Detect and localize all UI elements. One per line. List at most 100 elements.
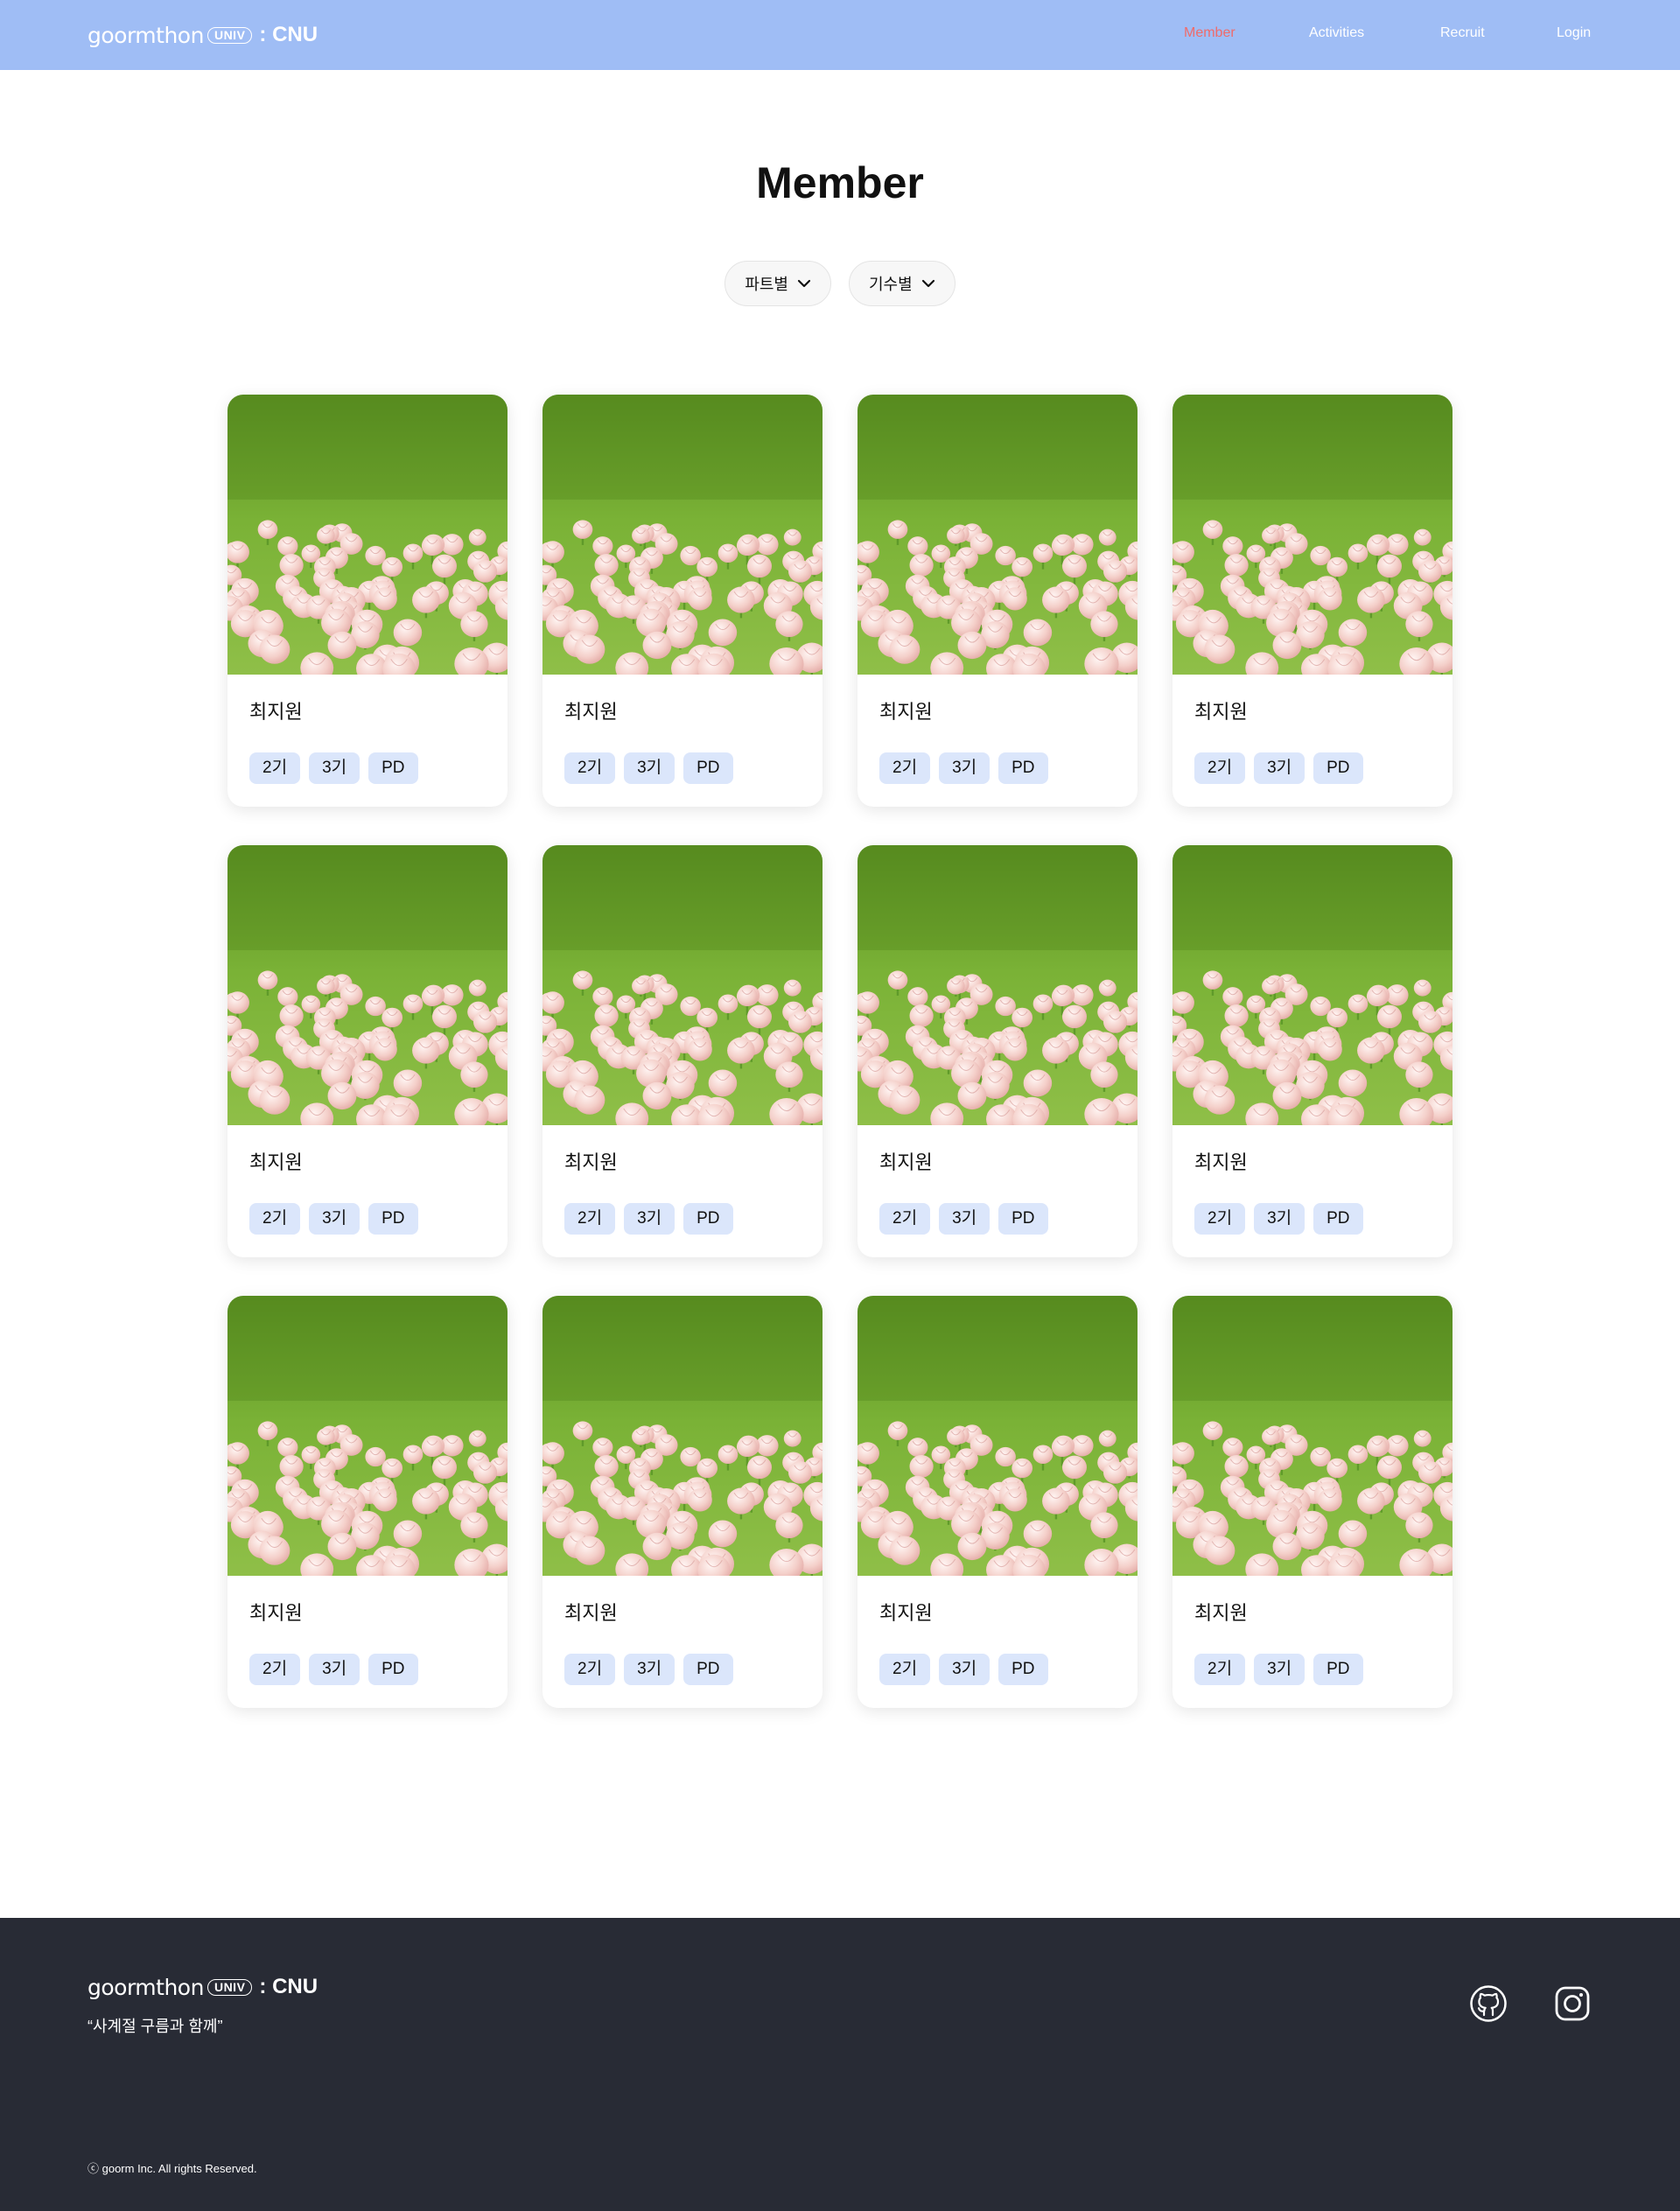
member-tags: 2기 3기 PD [879, 1654, 1048, 1685]
instagram-icon [1555, 1986, 1590, 2021]
member-photo [228, 845, 508, 1125]
member-tag: PD [368, 1203, 418, 1235]
filter-part-button[interactable]: 파트별 [724, 261, 831, 306]
member-card[interactable]: 최지원 2기 3기 PD [228, 845, 508, 1257]
member-tag: PD [1313, 752, 1363, 784]
member-tag: 3기 [1254, 1654, 1306, 1685]
member-tags: 2기 3기 PD [564, 752, 733, 784]
member-tag: 2기 [879, 752, 931, 784]
member-card[interactable]: 최지원 2기 3기 PD [542, 845, 822, 1257]
member-tags: 2기 3기 PD [1194, 1203, 1363, 1235]
member-name: 최지원 [879, 1602, 933, 1624]
member-tag: 3기 [309, 752, 360, 784]
member-card[interactable]: 최지원 2기 3기 PD [858, 1296, 1138, 1708]
nav-activities[interactable]: Activities [1309, 25, 1364, 41]
nav-member[interactable]: Member [1184, 25, 1236, 41]
member-card[interactable]: 최지원 2기 3기 PD [542, 395, 822, 807]
member-photo [1172, 395, 1452, 675]
filter-generation-button[interactable]: 기수별 [849, 261, 956, 306]
member-tag: 2기 [249, 1203, 301, 1235]
github-icon [1470, 1985, 1507, 2022]
chevron-down-icon [797, 279, 811, 288]
member-name: 최지원 [564, 701, 618, 723]
member-photo [858, 1296, 1138, 1576]
member-tag: 3기 [939, 1203, 990, 1235]
member-tag: PD [998, 1203, 1048, 1235]
member-photo [228, 395, 508, 675]
member-tag: 2기 [879, 1654, 931, 1685]
member-tags: 2기 3기 PD [879, 752, 1048, 784]
member-photo [858, 395, 1138, 675]
member-name: 최지원 [1194, 701, 1248, 723]
member-name: 최지원 [564, 1151, 618, 1173]
footer-tagline: “사계절 구름과 함께” [88, 2018, 223, 2035]
member-photo [1172, 845, 1452, 1125]
instagram-link[interactable] [1553, 1984, 1592, 2023]
member-tag: PD [368, 752, 418, 784]
member-photo [542, 395, 822, 675]
top-header: goormthon UNIV : CNU Member Activities R… [0, 0, 1680, 70]
member-name: 최지원 [879, 701, 933, 723]
member-name: 최지원 [249, 1151, 303, 1173]
member-tag: PD [683, 1654, 733, 1685]
member-name: 최지원 [879, 1151, 933, 1173]
github-link[interactable] [1469, 1984, 1508, 2023]
member-card[interactable]: 최지원 2기 3기 PD [542, 1296, 822, 1708]
member-grid: 최지원 2기 3기 PD 최지원 2기 3기 PD 최지원 2기 3기 PD 최지원 2기 3… [228, 395, 1452, 1708]
member-tag: 2기 [1194, 1203, 1246, 1235]
member-tag: 2기 [564, 1203, 616, 1235]
member-tags: 2기 3기 PD [564, 1203, 733, 1235]
member-tag: 3기 [939, 752, 990, 784]
member-tag: 3기 [1254, 752, 1306, 784]
member-tag: PD [1313, 1654, 1363, 1685]
nav-login[interactable]: Login [1557, 25, 1591, 41]
member-photo [228, 1296, 508, 1576]
member-tag: 2기 [879, 1203, 931, 1235]
member-card[interactable]: 최지원 2기 3기 PD [1172, 395, 1452, 807]
member-tag: PD [998, 752, 1048, 784]
member-tag: 3기 [309, 1654, 360, 1685]
member-tag: 3기 [624, 1654, 676, 1685]
member-tag: PD [1313, 1203, 1363, 1235]
footer-brand-wordmark: goormthon [88, 1974, 204, 2000]
member-tag: PD [368, 1654, 418, 1685]
member-tags: 2기 3기 PD [249, 752, 418, 784]
filter-bar: 파트별 기수별 [0, 261, 1680, 306]
member-card[interactable]: 최지원 2기 3기 PD [228, 1296, 508, 1708]
member-photo [858, 845, 1138, 1125]
page-title: Member [756, 158, 924, 207]
nav-recruit[interactable]: Recruit [1440, 25, 1485, 41]
member-tag: PD [998, 1654, 1048, 1685]
member-card[interactable]: 최지원 2기 3기 PD [858, 395, 1138, 807]
member-tag: 2기 [249, 1654, 301, 1685]
member-tags: 2기 3기 PD [564, 1654, 733, 1685]
member-tags: 2기 3기 PD [249, 1203, 418, 1235]
member-tags: 2기 3기 PD [1194, 752, 1363, 784]
member-tags: 2기 3기 PD [879, 1203, 1048, 1235]
member-tag: 3기 [939, 1654, 990, 1685]
footer-brand-pill: UNIV [206, 1978, 253, 1996]
member-name: 최지원 [249, 701, 303, 723]
member-card[interactable]: 최지원 2기 3기 PD [228, 395, 508, 807]
footer-copyright: ⓒ goorm Inc. All rights Reserved. [88, 2162, 257, 2175]
footer-brand-logo[interactable]: goormthon UNIV : CNU [88, 1973, 318, 2001]
member-tag: PD [683, 752, 733, 784]
member-tag: 3기 [624, 1203, 676, 1235]
footer-brand-suffix: : CNU [259, 1975, 318, 1998]
member-card[interactable]: 최지원 2기 3기 PD [858, 845, 1138, 1257]
member-card[interactable]: 최지원 2기 3기 PD [1172, 845, 1452, 1257]
member-photo [1172, 1296, 1452, 1576]
member-tag: 3기 [309, 1203, 360, 1235]
member-card[interactable]: 최지원 2기 3기 PD [1172, 1296, 1452, 1708]
member-tag: 3기 [1254, 1203, 1306, 1235]
chevron-down-icon [921, 279, 934, 288]
member-tags: 2기 3기 PD [1194, 1654, 1363, 1685]
member-tag: 2기 [564, 1654, 616, 1685]
filter-generation-label: 기수별 [869, 276, 913, 293]
member-tag: 2기 [1194, 1654, 1246, 1685]
member-name: 최지원 [1194, 1151, 1248, 1173]
member-name: 최지원 [564, 1602, 618, 1624]
member-name: 최지원 [1194, 1602, 1248, 1624]
member-photo [542, 1296, 822, 1576]
main-nav: Member Activities Recruit Login [0, 0, 1680, 70]
